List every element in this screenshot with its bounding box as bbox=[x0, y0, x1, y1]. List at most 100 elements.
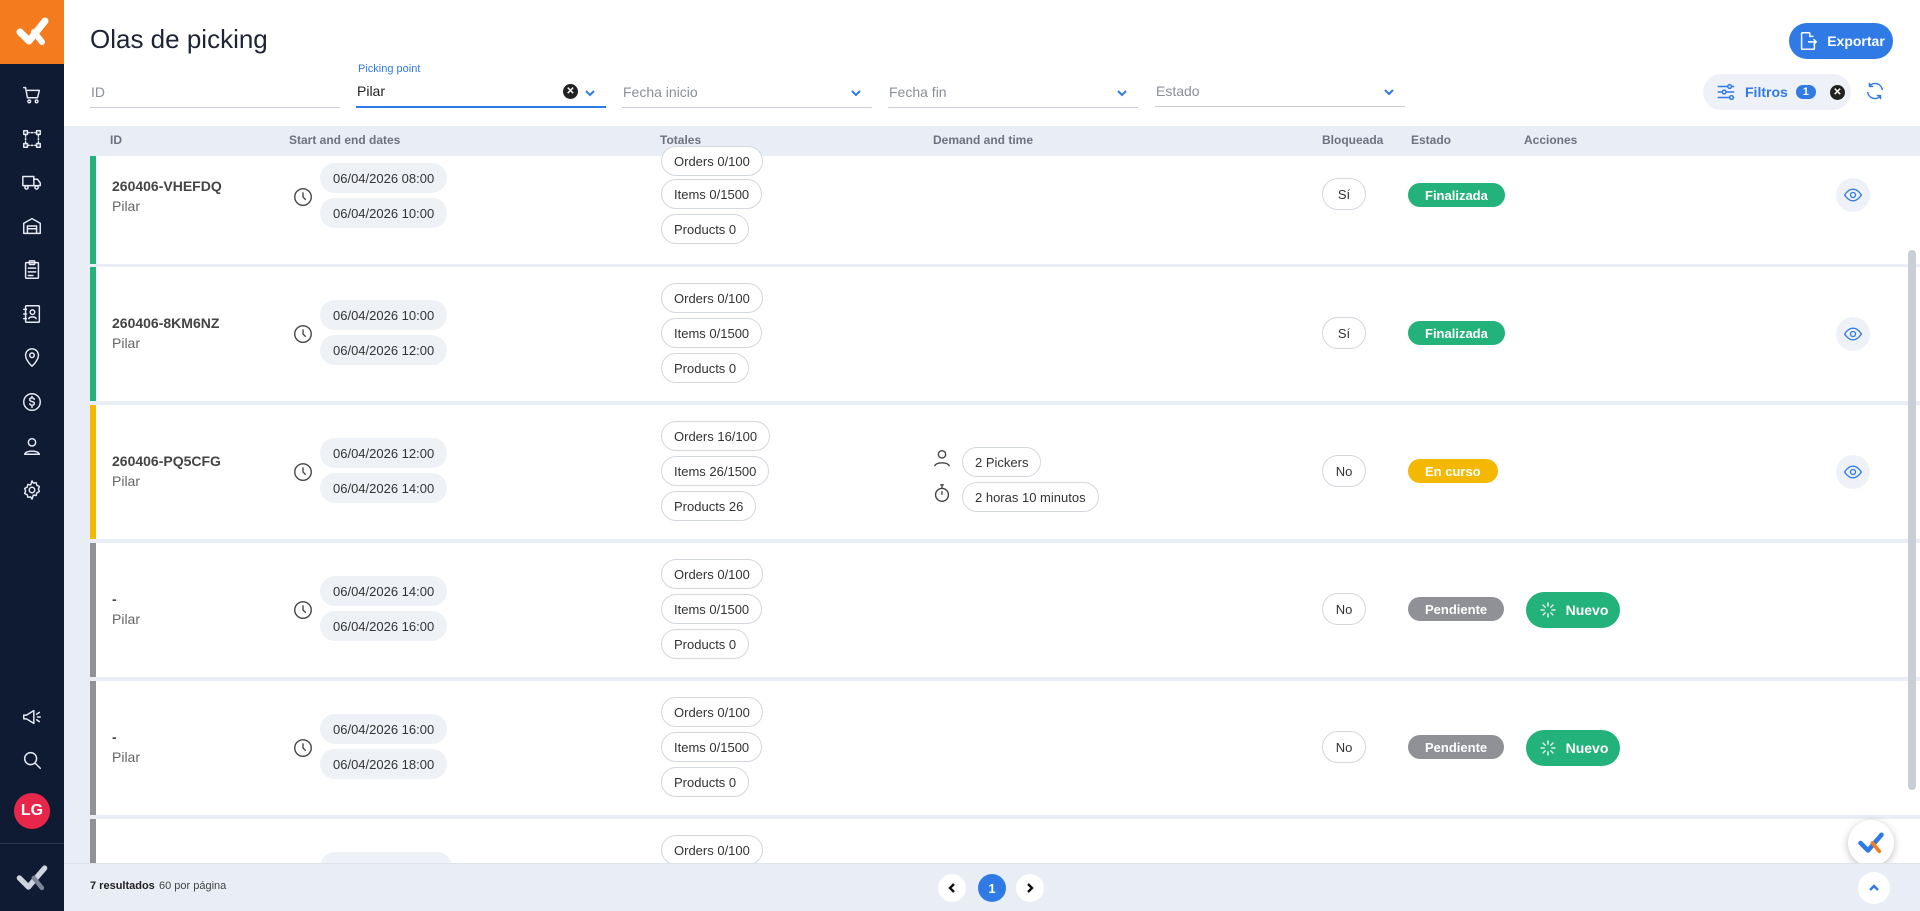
end-date: 06/04/2026 10:00 bbox=[320, 198, 448, 228]
column-header-dates: Start and end dates bbox=[289, 133, 401, 147]
view-button[interactable] bbox=[1836, 455, 1870, 489]
end-date: 06/04/2026 14:00 bbox=[320, 473, 448, 503]
wave-id: - bbox=[112, 729, 117, 745]
table-row[interactable]: - Pilar 06/04/2026 14:00 06/04/2026 16:0… bbox=[90, 543, 1920, 677]
bloqueada-value: No bbox=[1322, 455, 1366, 487]
table-row[interactable]: 260406-PQ5CFG Pilar 06/04/2026 12:00 06/… bbox=[90, 405, 1920, 539]
stopwatch-icon bbox=[931, 482, 953, 504]
scrollbar[interactable] bbox=[1908, 250, 1916, 790]
clear-filters-icon[interactable]: ✕ bbox=[1829, 84, 1845, 100]
pagination-footer: 7 resultados 60 por página 1 bbox=[64, 863, 1920, 911]
results-count: 7 resultados bbox=[90, 880, 155, 892]
wave-point: Pilar bbox=[112, 198, 141, 214]
column-header-estado: Estado bbox=[1411, 133, 1452, 147]
products-chip: Products 0 bbox=[661, 629, 750, 659]
column-header-acciones: Acciones bbox=[1524, 133, 1578, 147]
filtros-label: Filtros bbox=[1745, 84, 1788, 100]
orders-chip: Orders 16/100 bbox=[661, 421, 771, 451]
current-page[interactable]: 1 bbox=[978, 874, 1006, 902]
scroll-to-top-button[interactable] bbox=[1858, 872, 1890, 904]
chevron-down-icon bbox=[584, 86, 596, 98]
dollar-icon[interactable] bbox=[17, 387, 47, 417]
table-row[interactable]: - Pilar 06/04/2026 16:00 06/04/2026 18:0… bbox=[90, 681, 1920, 815]
fecha-inicio-select[interactable]: Fecha inicio bbox=[622, 76, 872, 108]
brand-logo[interactable] bbox=[0, 0, 64, 64]
bottom-logo-icon[interactable] bbox=[14, 860, 50, 896]
view-button[interactable] bbox=[1836, 317, 1870, 351]
nuevo-label: Nuevo bbox=[1565, 602, 1609, 618]
end-date: 06/04/2026 16:00 bbox=[320, 611, 448, 641]
products-chip: Products 0 bbox=[661, 353, 750, 383]
next-page-button[interactable] bbox=[1016, 874, 1044, 902]
sparkle-icon bbox=[1540, 740, 1556, 756]
bloqueada-value: Sí bbox=[1322, 317, 1366, 349]
table-row[interactable]: 260406-8KM6NZ Pilar 06/04/2026 10:00 06/… bbox=[90, 267, 1920, 401]
help-widget-button[interactable] bbox=[1848, 820, 1894, 866]
refresh-button[interactable] bbox=[1864, 80, 1888, 104]
prev-page-button[interactable] bbox=[938, 874, 966, 902]
per-page-selector[interactable]: 60 por página bbox=[159, 880, 226, 892]
table-row[interactable]: Orders 0/100 bbox=[90, 819, 1920, 863]
start-date: 06/04/2026 16:00 bbox=[320, 714, 448, 744]
fecha-fin-select[interactable]: Fecha fin bbox=[888, 76, 1138, 108]
orders-chip: Orders 0/100 bbox=[661, 835, 763, 863]
time-chip: 2 horas 10 minutos bbox=[962, 482, 1099, 512]
eye-icon bbox=[1843, 327, 1863, 341]
items-chip: Items 26/1500 bbox=[661, 456, 770, 486]
location-icon[interactable] bbox=[17, 343, 47, 373]
start-date bbox=[320, 852, 452, 863]
brand-logo-icon bbox=[16, 17, 49, 45]
waves-table: ID Start and end dates Totales Demand an… bbox=[64, 126, 1920, 863]
table-row[interactable]: 260406-VHEFDQ Pilar 06/04/2026 08:00 06/… bbox=[90, 146, 1920, 264]
view-button[interactable] bbox=[1836, 178, 1870, 212]
wave-id: 260406-PQ5CFG bbox=[112, 453, 221, 469]
end-date: 06/04/2026 12:00 bbox=[320, 335, 448, 365]
contacts-icon[interactable] bbox=[17, 299, 47, 329]
settings-icon[interactable] bbox=[17, 475, 47, 505]
nuevo-label: Nuevo bbox=[1565, 740, 1609, 756]
clock-icon bbox=[292, 461, 314, 483]
status-badge: Finalizada bbox=[1408, 321, 1505, 345]
items-chip: Items 0/1500 bbox=[661, 318, 763, 348]
estado-select[interactable]: Estado bbox=[1155, 75, 1405, 107]
filtros-button[interactable]: Filtros 1 ✕ bbox=[1703, 74, 1851, 110]
user-icon[interactable] bbox=[17, 431, 47, 461]
chevron-right-icon bbox=[1027, 883, 1034, 893]
brand-logo-icon bbox=[1858, 832, 1884, 854]
eye-icon bbox=[1843, 465, 1863, 479]
export-button[interactable]: Exportar bbox=[1789, 23, 1893, 59]
picking-point-clear-icon[interactable]: ✕ bbox=[563, 84, 578, 99]
eye-icon bbox=[1843, 188, 1863, 202]
route-icon[interactable] bbox=[17, 124, 47, 154]
nuevo-button[interactable]: Nuevo bbox=[1526, 730, 1620, 766]
wave-point: Pilar bbox=[112, 749, 141, 765]
truck-icon[interactable] bbox=[17, 167, 47, 197]
megaphone-icon[interactable] bbox=[17, 702, 47, 732]
avatar[interactable]: LG bbox=[14, 793, 50, 829]
status-badge: En curso bbox=[1408, 459, 1498, 483]
orders-chip: Orders 0/100 bbox=[661, 146, 763, 176]
warehouse-icon[interactable] bbox=[17, 211, 47, 241]
id-filter-placeholder: ID bbox=[91, 83, 105, 100]
products-chip: Products 0 bbox=[661, 214, 750, 244]
chevron-down-icon bbox=[850, 86, 862, 98]
items-chip: Items 0/1500 bbox=[661, 179, 763, 209]
search-icon[interactable] bbox=[17, 745, 47, 775]
cart-icon[interactable] bbox=[17, 80, 47, 110]
nuevo-button[interactable]: Nuevo bbox=[1526, 592, 1620, 628]
export-label: Exportar bbox=[1827, 33, 1885, 49]
picking-point-value: Pilar bbox=[357, 83, 386, 99]
clock-icon bbox=[292, 737, 314, 759]
orders-chip: Orders 0/100 bbox=[661, 283, 763, 313]
products-chip: Products 0 bbox=[661, 767, 750, 797]
pickers-chip: 2 Pickers bbox=[962, 447, 1042, 477]
id-filter-input[interactable]: ID bbox=[90, 76, 340, 108]
clipboard-icon[interactable] bbox=[17, 255, 47, 285]
start-date: 06/04/2026 14:00 bbox=[320, 576, 448, 606]
sparkle-icon bbox=[1540, 602, 1556, 618]
end-date: 06/04/2026 18:00 bbox=[320, 749, 448, 779]
status-badge: Pendiente bbox=[1408, 597, 1505, 621]
status-badge: Pendiente bbox=[1408, 735, 1505, 759]
column-header-totales: Totales bbox=[660, 133, 702, 147]
picking-point-select[interactable]: Pilar ✕ bbox=[356, 76, 606, 108]
